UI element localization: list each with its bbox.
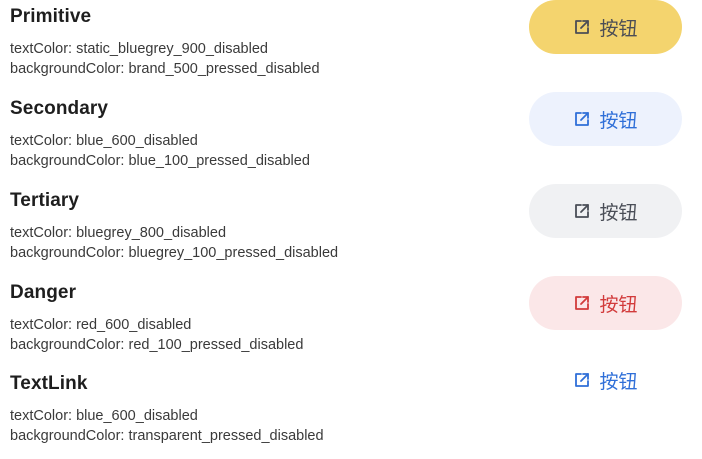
secondary-button[interactable]: 按钮 [529,92,682,146]
text-color-line: textColor: blue_600_disabled [10,133,198,149]
background-color-line: backgroundColor: brand_500_pressed_disab… [10,61,320,77]
variant-description: textColor: red_600_disabled backgroundCo… [10,315,303,355]
variant-row-textlink: TextLink textColor: blue_600_disabled ba… [0,367,702,459]
variant-title: Danger [10,282,77,303]
variant-row-tertiary: Tertiary textColor: bluegrey_800_disable… [0,184,702,276]
background-color-line: backgroundColor: red_100_pressed_disable… [10,337,304,353]
button-label: 按钮 [599,17,638,40]
button-label: 按钮 [599,293,638,316]
external-link-icon [573,110,591,128]
text-color-line: textColor: red_600_disabled [10,317,192,333]
text-color-line: textColor: blue_600_disabled [10,408,198,424]
variant-title: Primitive [10,6,92,27]
variant-row-secondary: Secondary textColor: blue_600_disabled b… [0,92,702,184]
tertiary-button[interactable]: 按钮 [529,184,682,238]
variant-title: TextLink [10,373,88,394]
variant-description: textColor: blue_600_disabled backgroundC… [10,406,324,446]
variant-description: textColor: bluegrey_800_disabled backgro… [10,223,338,263]
danger-button[interactable]: 按钮 [529,276,682,330]
external-link-icon [573,371,591,389]
textlink-button[interactable]: 按钮 [529,353,682,407]
background-color-line: backgroundColor: blue_100_pressed_disabl… [10,153,310,169]
background-color-line: backgroundColor: transparent_pressed_dis… [10,428,324,444]
button-label: 按钮 [599,201,638,224]
external-link-icon [573,294,591,312]
variant-description: textColor: static_bluegrey_900_disabled … [10,39,320,79]
variant-title: Secondary [10,98,109,119]
text-color-line: textColor: static_bluegrey_900_disabled [10,41,268,57]
button-label: 按钮 [599,370,638,393]
variant-title: Tertiary [10,190,80,211]
variant-description: textColor: blue_600_disabled backgroundC… [10,131,310,171]
text-color-line: textColor: bluegrey_800_disabled [10,225,227,241]
variant-row-primitive: Primitive textColor: static_bluegrey_900… [0,0,702,92]
external-link-icon [573,202,591,220]
primitive-button[interactable]: 按钮 [529,0,682,54]
external-link-icon [573,18,591,36]
button-label: 按钮 [599,109,638,132]
background-color-line: backgroundColor: bluegrey_100_pressed_di… [10,245,339,261]
